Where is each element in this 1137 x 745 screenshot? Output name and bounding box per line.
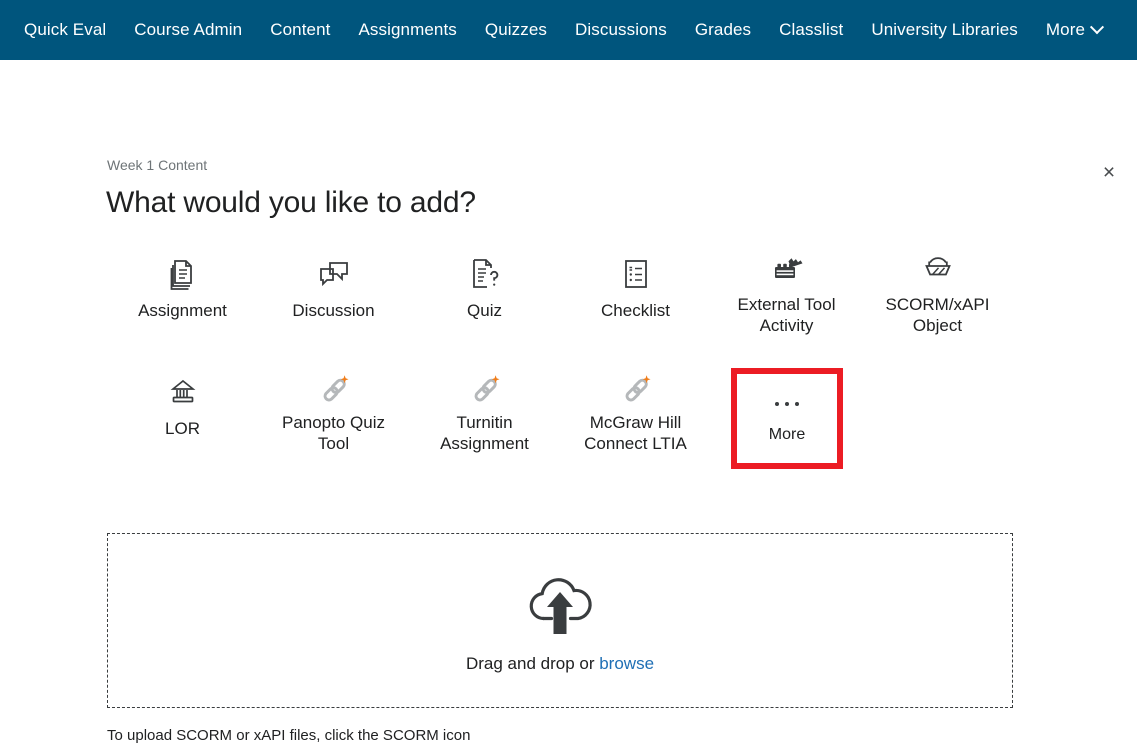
grid-item-mcgraw-hill-connect-ltia[interactable]: McGraw Hill Connect LTIA: [560, 370, 711, 469]
grid-item-label: Discussion: [292, 301, 375, 320]
grid-item-label: Assignment: [138, 301, 227, 320]
nav-item-classlist[interactable]: Classlist: [765, 0, 857, 60]
assignment-icon: [168, 252, 198, 296]
nav-item-grades[interactable]: Grades: [681, 0, 765, 60]
nav-item-quizzes[interactable]: Quizzes: [471, 0, 561, 60]
nav-item-content[interactable]: Content: [256, 0, 344, 60]
dropzone-text: Drag and drop or browse: [466, 654, 654, 674]
page-title: What would you like to add?: [106, 186, 476, 219]
grid-item-label: External Tool Activity: [737, 295, 836, 336]
lti-link-icon: [619, 370, 653, 408]
browse-link[interactable]: browse: [599, 654, 654, 673]
grid-item-label: SCORM/xAPI Object: [885, 295, 990, 336]
grid-item-label: Checklist: [601, 301, 670, 320]
grid-item-label: LOR: [165, 419, 200, 438]
content-type-grid: Assignment Discussion Quiz Checklist Ext…: [107, 252, 1017, 469]
grid-item-label: Panopto Quiz Tool: [281, 413, 385, 454]
grid-item-checklist[interactable]: Checklist: [560, 252, 711, 348]
nav-item-discussions[interactable]: Discussions: [561, 0, 681, 60]
grid-item-quiz[interactable]: Quiz: [409, 252, 560, 348]
nav-item-quick-eval[interactable]: Quick Eval: [10, 0, 120, 60]
quiz-icon: [469, 252, 501, 296]
grid-item-discussion[interactable]: Discussion: [258, 252, 409, 348]
grid-item-label: Quiz: [467, 301, 502, 320]
grid-item-more[interactable]: More: [731, 368, 843, 469]
breadcrumb: Week 1 Content: [107, 157, 208, 173]
grid-item-label: Turnitin Assignment: [440, 413, 529, 454]
discussion-icon: [317, 252, 351, 296]
grid-item-external-tool-activity[interactable]: External Tool Activity: [711, 252, 862, 348]
lti-link-icon: [317, 370, 351, 408]
grid-item-turnitin-assignment[interactable]: Turnitin Assignment: [409, 370, 560, 469]
checklist-icon: [621, 252, 651, 296]
add-content-dialog: × Week 1 Content What would you like to …: [0, 60, 1137, 745]
scorm-package-icon: [921, 252, 955, 290]
nav-item-assignments[interactable]: Assignments: [344, 0, 470, 60]
nav-item-course-admin[interactable]: Course Admin: [120, 0, 256, 60]
nav-item-more-label: More: [1045, 20, 1086, 39]
lti-link-icon: [468, 370, 502, 408]
top-navbar: Quick Eval Course Admin Content Assignme…: [0, 0, 1137, 60]
file-dropzone[interactable]: Drag and drop or browse: [107, 533, 1013, 708]
cloud-upload-icon: [522, 568, 598, 640]
grid-item-label: More: [768, 425, 806, 443]
grid-item-lor[interactable]: LOR: [107, 370, 258, 469]
chevron-down-icon: [1089, 20, 1105, 35]
nav-item-university-libraries[interactable]: University Libraries: [857, 0, 1032, 60]
grid-item-panopto-quiz-tool[interactable]: Panopto Quiz Tool: [258, 370, 409, 469]
ellipsis-icon: [775, 393, 799, 415]
grid-item-scorm-xapi-object[interactable]: SCORM/xAPI Object: [862, 252, 1013, 348]
grid-item-label: McGraw Hill Connect LTIA: [584, 413, 687, 454]
grid-item-assignment[interactable]: Assignment: [107, 252, 258, 348]
scorm-hint-text: To upload SCORM or xAPI files, click the…: [107, 727, 471, 744]
nav-item-more[interactable]: More: [1032, 0, 1116, 60]
bank-icon: [168, 370, 198, 414]
external-tool-icon: [769, 252, 805, 290]
dropzone-prefix: Drag and drop or: [465, 653, 600, 673]
close-icon[interactable]: ×: [1093, 156, 1125, 188]
